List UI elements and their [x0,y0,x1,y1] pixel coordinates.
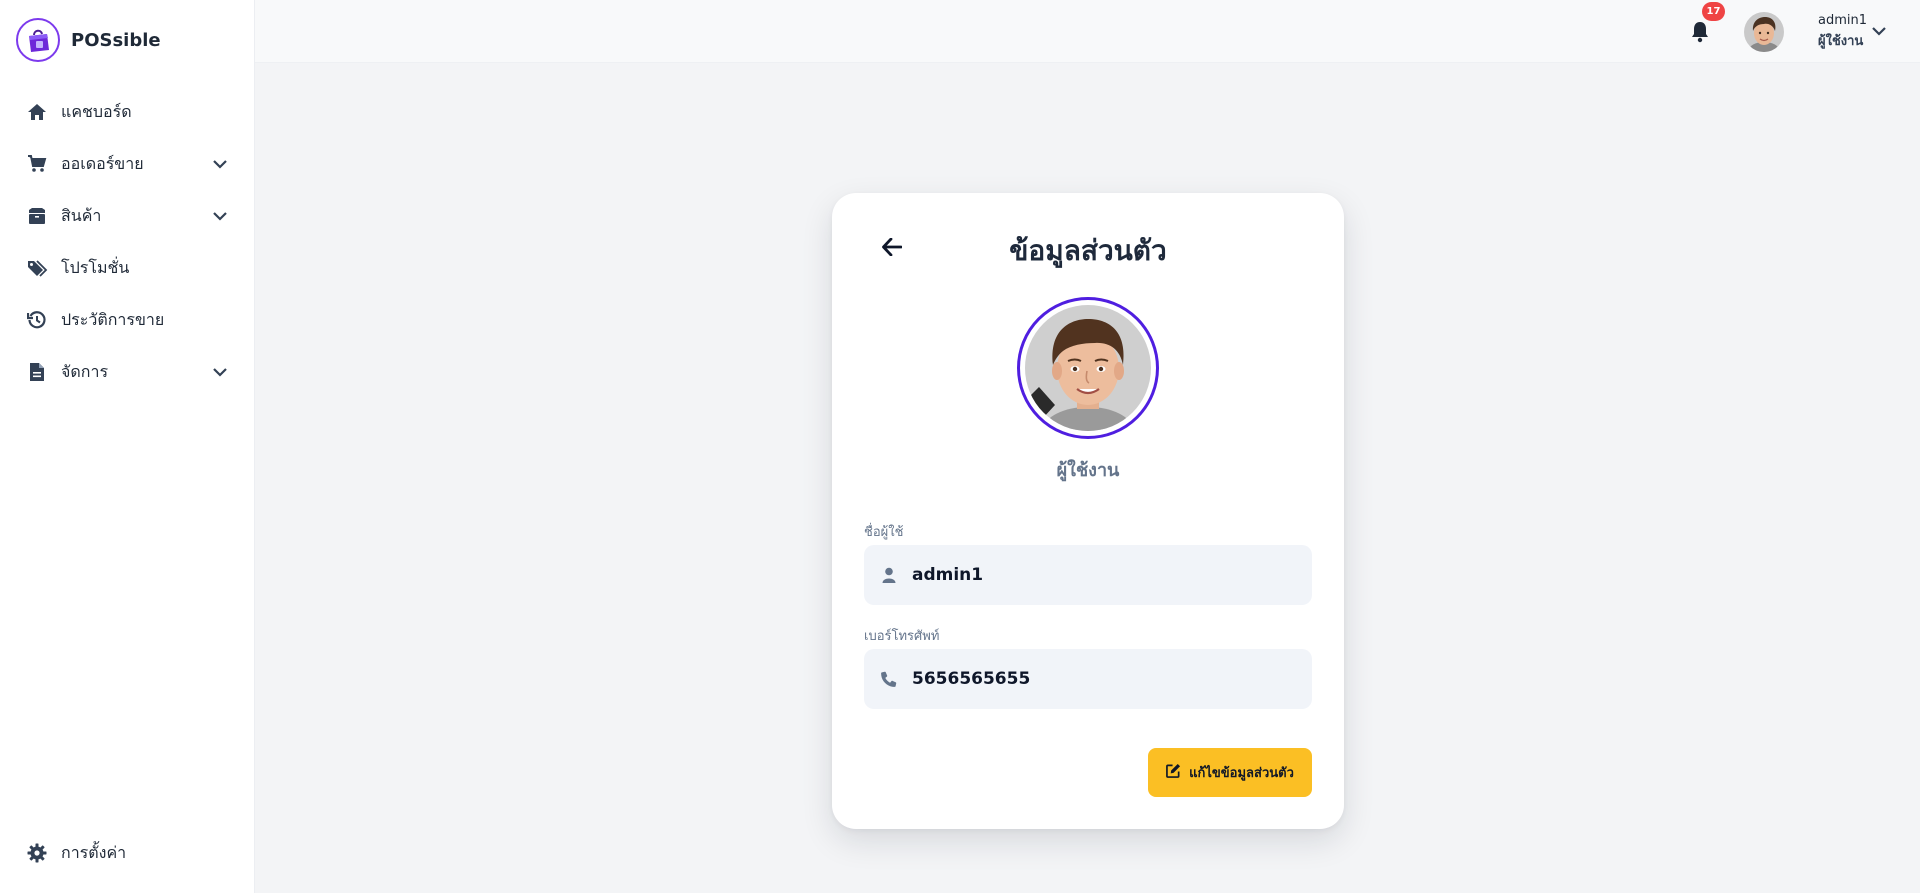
profile-avatar [1017,297,1159,439]
username-field[interactable] [864,545,1312,605]
shopping-bag-icon [16,18,60,62]
phone-icon [878,668,900,690]
file-icon [26,361,48,383]
sidebar-item-promotions[interactable]: โปรโมชั่น [0,248,255,288]
brand[interactable]: POSsible [16,18,161,62]
bell-icon[interactable] [1687,19,1713,45]
user-icon [878,564,900,586]
home-icon [26,101,48,123]
user-menu[interactable]: admin1 ผู้ใช้งาน [1816,13,1906,49]
sidebar-item-label: ประวัติการขาย [61,309,165,329]
sidebar-item-label: แคชบอร์ด [61,101,132,121]
sidebar-item-manage[interactable]: จัดการ [0,352,255,392]
profile-card: ข้อมูลส่วนตัว ผู้ใช้งาน ชื่อผู้ใช้ admin… [832,193,1344,829]
notification-badge: 17 [1702,2,1725,21]
user-role: ผู้ใช้งาน [1818,34,1864,49]
profile-role: ผู้ใช้งาน [1056,460,1120,481]
phone-field[interactable] [864,649,1312,709]
sidebar: POSsible แคชบอร์ด ออเดอร์ขาย สินค้า โปรโ… [0,0,255,893]
sidebar-item-products[interactable]: สินค้า [0,196,255,236]
edit-profile-label: แก้ไขข้อมูลส่วนตัว [1189,766,1294,781]
sidebar-item-label: โปรโมชั่น [61,257,130,277]
username-label: ชื่อผู้ใช้ [864,525,904,540]
chevron-down-icon[interactable] [210,362,230,382]
edit-profile-button[interactable]: แก้ไขข้อมูลส่วนตัว [1148,748,1312,797]
sidebar-item-label: ออเดอร์ขาย [61,153,144,173]
edit-icon [1166,763,1181,782]
gear-icon [26,842,48,864]
sidebar-item-settings[interactable]: การตั้งค่า [0,833,255,873]
tags-icon [26,257,48,279]
chevron-down-icon[interactable] [1872,21,1890,39]
sidebar-item-label: สินค้า [61,205,102,225]
phone-label: เบอร์โทรศัพท์ [864,629,940,644]
sidebar-item-sales-history[interactable]: ประวัติการขาย [0,300,255,340]
user-name: admin1 [1818,13,1868,28]
sidebar-item-dashboard[interactable]: แคชบอร์ด [0,92,255,132]
sidebar-item-label: การตั้งค่า [61,842,127,862]
chevron-down-icon[interactable] [210,206,230,226]
history-icon [26,309,48,331]
username-input[interactable] [912,565,1292,585]
phone-input[interactable] [912,669,1292,689]
avatar[interactable] [1744,12,1784,52]
box-icon [26,205,48,227]
cart-icon [26,153,48,175]
sidebar-item-sales-orders[interactable]: ออเดอร์ขาย [0,144,255,184]
sidebar-item-label: จัดการ [61,361,109,381]
topbar [255,0,1920,63]
brand-name: POSsible [71,29,161,51]
chevron-down-icon[interactable] [210,154,230,174]
page-title: ข้อมูลส่วนตัว [1009,234,1167,267]
